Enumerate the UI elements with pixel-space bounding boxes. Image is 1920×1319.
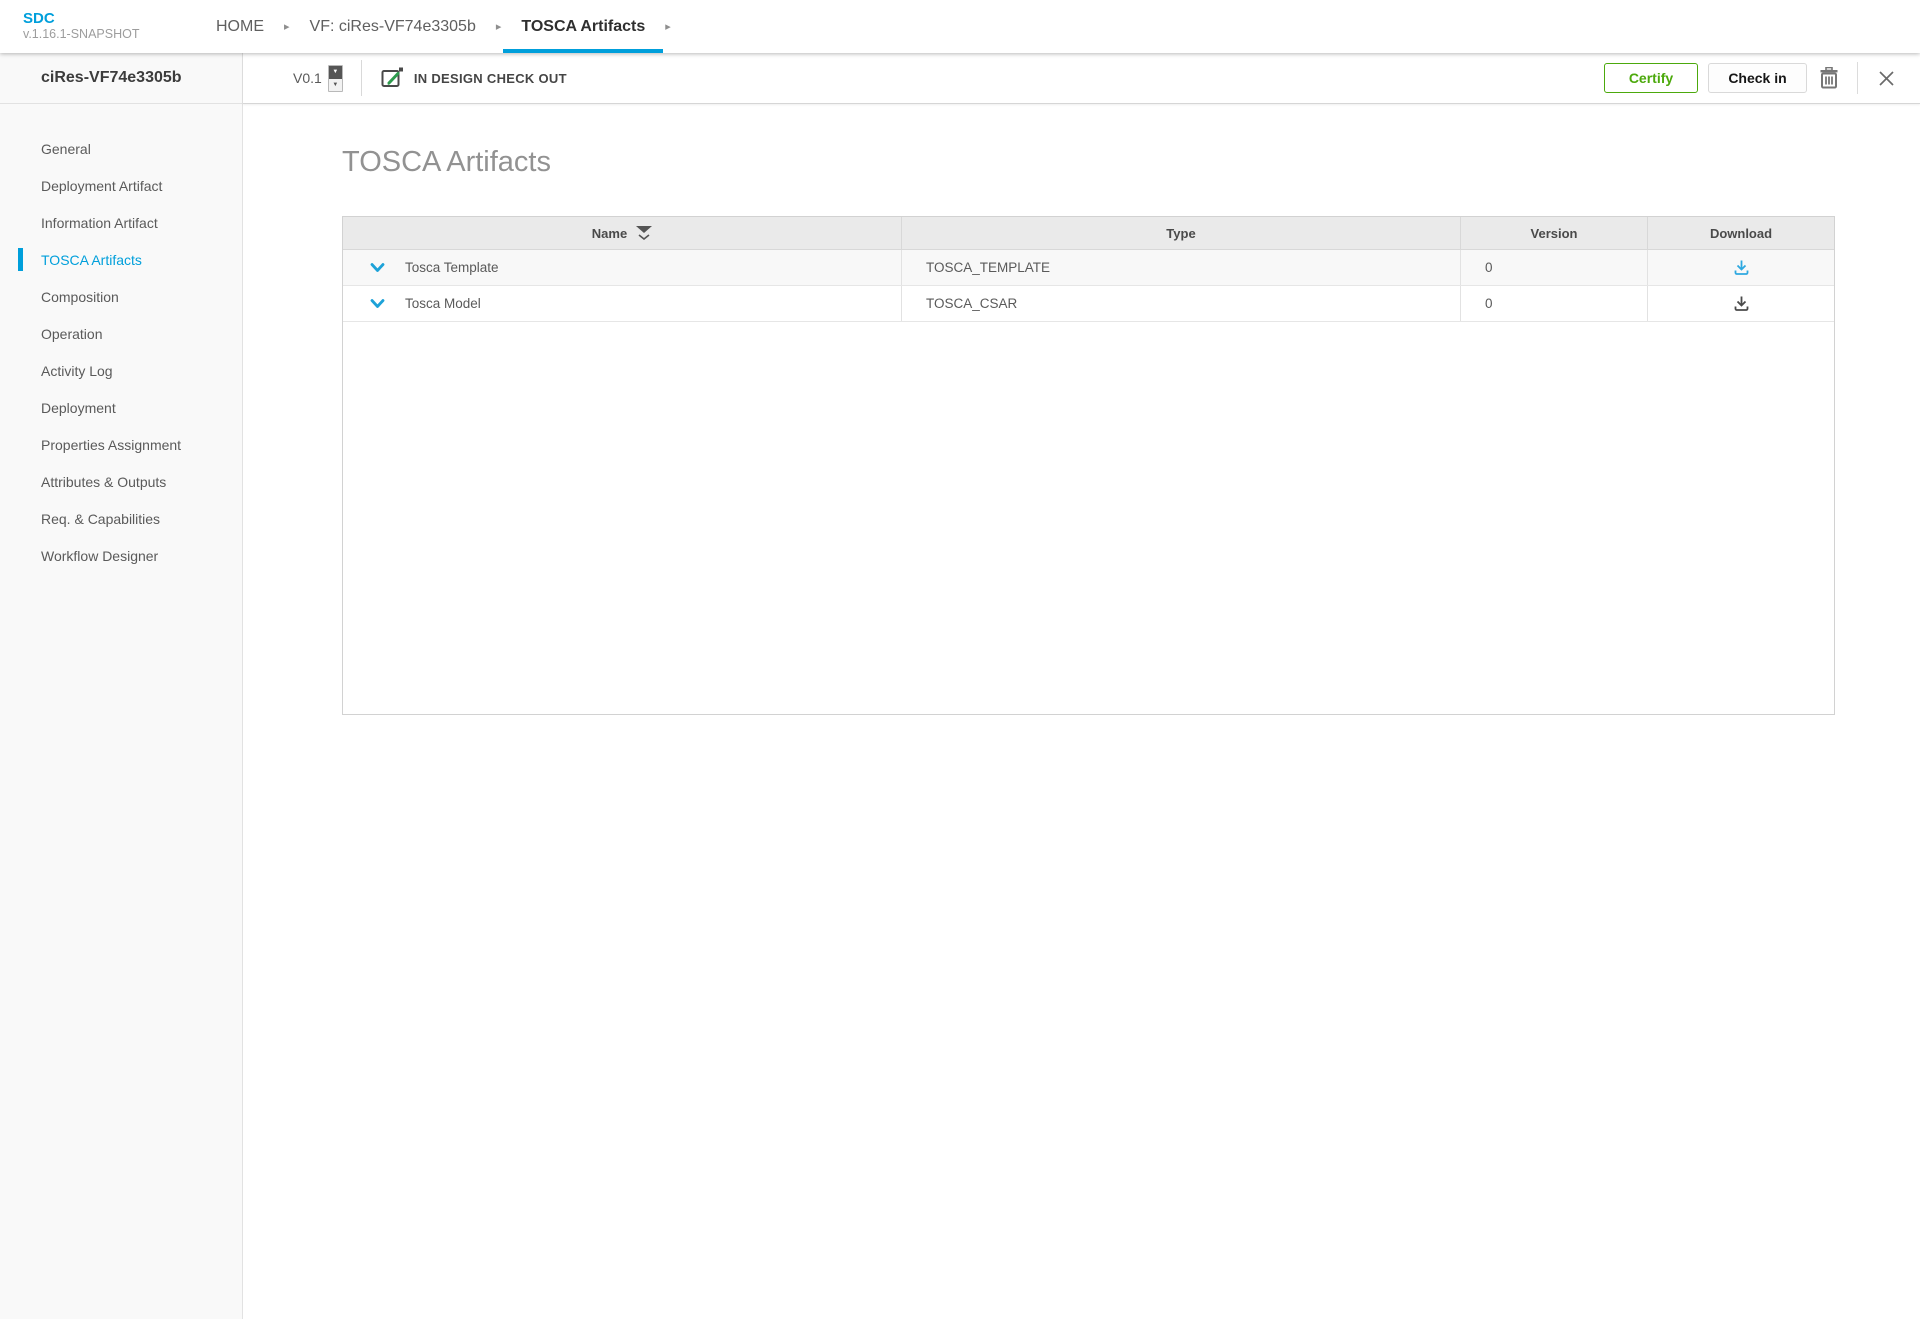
toolbar-divider (361, 60, 362, 96)
sidebar-item-operation[interactable]: Operation (0, 315, 242, 352)
sidebar-menu: General Deployment Artifact Information … (0, 104, 242, 574)
table-empty-area (343, 322, 1834, 714)
breadcrumb-home[interactable]: HOME (198, 0, 282, 53)
breadcrumb-vf[interactable]: VF: ciRes-VF74e3305b (292, 0, 494, 53)
sidebar: ciRes-VF74e3305b General Deployment Arti… (0, 53, 243, 1319)
sort-icon (636, 226, 652, 240)
column-header-version[interactable]: Version (1461, 217, 1648, 249)
column-header-type[interactable]: Type (902, 217, 1461, 249)
table-row: Tosca Model TOSCA_CSAR 0 (343, 286, 1834, 322)
download-button[interactable] (1723, 289, 1759, 319)
download-button[interactable] (1723, 253, 1759, 283)
expand-chevron-icon[interactable] (370, 263, 385, 273)
artifact-download-cell (1648, 286, 1834, 321)
toolbar-divider (1857, 62, 1858, 94)
trash-icon (1819, 67, 1839, 89)
in-design-icon (380, 66, 404, 90)
close-button[interactable] (1864, 63, 1908, 93)
download-icon (1733, 259, 1750, 276)
tosca-artifacts-page: TOSCA Artifacts Name Type Version Downlo… (243, 104, 1920, 1319)
lifecycle-toolbar: V0.1 ▼ ▼ IN DESIGN CHECK OUT Certify Che… (243, 53, 1920, 104)
active-indicator (18, 248, 23, 271)
close-icon (1878, 70, 1895, 87)
sidebar-item-activity-log[interactable]: Activity Log (0, 352, 242, 389)
expand-chevron-icon[interactable] (370, 299, 385, 309)
sidebar-item-deployment-artifact[interactable]: Deployment Artifact (0, 167, 242, 204)
sidebar-item-deployment[interactable]: Deployment (0, 389, 242, 426)
resource-title: ciRes-VF74e3305b (0, 53, 242, 104)
download-icon (1733, 295, 1750, 312)
artifact-version-cell: 0 (1461, 250, 1648, 285)
sidebar-item-workflow-designer[interactable]: Workflow Designer (0, 537, 242, 574)
artifact-download-cell (1648, 250, 1834, 285)
page-title: TOSCA Artifacts (342, 146, 1920, 179)
artifact-type-cell: TOSCA_TEMPLATE (902, 250, 1461, 285)
column-header-download[interactable]: Download (1648, 217, 1834, 249)
sidebar-item-attributes-outputs[interactable]: Attributes & Outputs (0, 463, 242, 500)
stepper-down-icon[interactable]: ▼ (329, 79, 342, 90)
stepper-up-icon[interactable]: ▼ (329, 66, 342, 80)
breadcrumb: HOME ▸ VF: ciRes-VF74e3305b ▸ TOSCA Arti… (198, 0, 673, 53)
table-header-row: Name Type Version Download (343, 217, 1834, 250)
sidebar-item-req-capabilities[interactable]: Req. & Capabilities (0, 500, 242, 537)
artifact-name-cell[interactable]: Tosca Template (343, 250, 902, 285)
breadcrumb-separator-icon: ▸ (282, 0, 292, 53)
version-stepper[interactable]: ▼ ▼ (328, 65, 343, 92)
column-header-name[interactable]: Name (343, 217, 902, 249)
app-logo: SDC v.1.16.1-SNAPSHOT (23, 0, 168, 53)
app-version: v.1.16.1-SNAPSHOT (23, 27, 168, 42)
breadcrumb-separator-icon: ▸ (494, 0, 504, 53)
artifacts-table: Name Type Version Download (342, 216, 1835, 715)
breadcrumb-tosca-artifacts[interactable]: TOSCA Artifacts (503, 0, 663, 53)
breadcrumb-separator-icon: ▸ (663, 0, 673, 53)
lifecycle-state-label: IN DESIGN CHECK OUT (414, 71, 567, 86)
sidebar-item-information-artifact[interactable]: Information Artifact (0, 204, 242, 241)
certify-button[interactable]: Certify (1604, 63, 1698, 93)
artifact-name-cell[interactable]: Tosca Model (343, 286, 902, 321)
artifact-type-cell: TOSCA_CSAR (902, 286, 1461, 321)
sidebar-item-composition[interactable]: Composition (0, 278, 242, 315)
sidebar-item-general[interactable]: General (0, 130, 242, 167)
app-name: SDC (23, 11, 168, 27)
delete-button[interactable] (1807, 63, 1851, 93)
top-nav-bar: SDC v.1.16.1-SNAPSHOT HOME ▸ VF: ciRes-V… (0, 0, 1920, 53)
artifact-version-cell: 0 (1461, 286, 1648, 321)
table-row: Tosca Template TOSCA_TEMPLATE 0 (343, 250, 1834, 286)
version-label: V0.1 (293, 70, 322, 86)
check-in-button[interactable]: Check in (1708, 63, 1807, 93)
sidebar-item-tosca-artifacts[interactable]: TOSCA Artifacts (0, 241, 242, 278)
sidebar-item-properties-assignment[interactable]: Properties Assignment (0, 426, 242, 463)
